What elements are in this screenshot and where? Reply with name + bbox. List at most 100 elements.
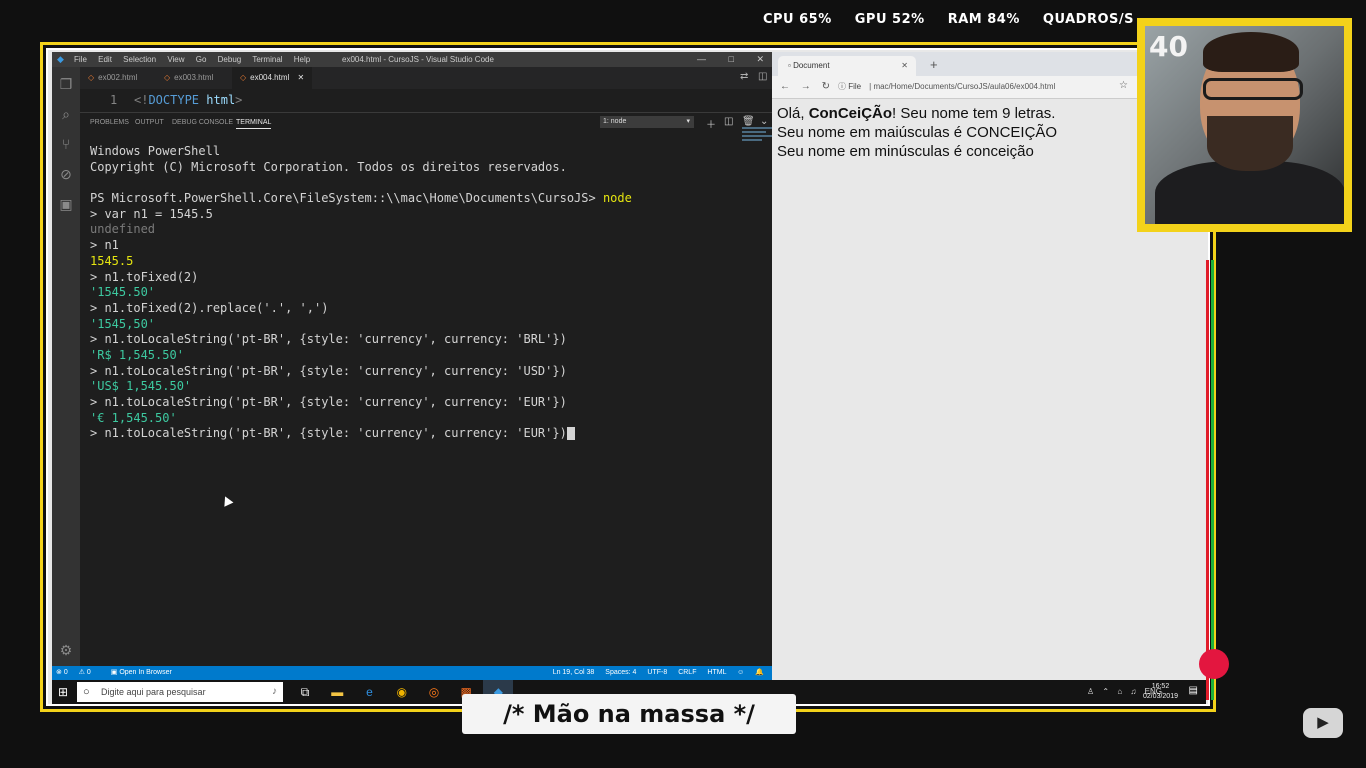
explorer-icon[interactable]: ❐: [57, 75, 75, 93]
terminal-select-value: 1: node: [603, 118, 627, 125]
new-tab-icon[interactable]: +: [930, 57, 938, 72]
menu-help[interactable]: Help: [294, 55, 310, 64]
vscode-titlebar: ◆ File Edit Selection View Go Debug Term…: [52, 52, 772, 67]
search-icon[interactable]: ⌕: [57, 105, 75, 123]
terminal-line: PS Microsoft.PowerShell.Core\FileSystem:…: [90, 191, 770, 207]
menu-debug[interactable]: Debug: [218, 55, 242, 64]
open-changes-icon[interactable]: ⇄: [740, 71, 748, 82]
notifications-bell-icon[interactable]: 🔔: [755, 669, 764, 676]
task-view-icon[interactable]: ⧉: [290, 680, 320, 704]
frame-red-stripe: [1206, 260, 1209, 700]
trash-icon[interactable]: 🗑: [742, 116, 755, 127]
code-html: html: [206, 93, 236, 107]
terminal-line: > n1.toLocaleString('pt-BR', {style: 'cu…: [90, 395, 770, 411]
taskbar-search[interactable]: ○ Digite aqui para pesquisar ♪: [77, 682, 283, 702]
indentation[interactable]: Spaces: 4: [605, 669, 636, 676]
reload-icon[interactable]: ↻: [822, 81, 830, 92]
record-dot-icon: [1199, 649, 1229, 679]
network-icon[interactable]: ⌂: [1117, 687, 1122, 696]
tab-close-icon[interactable]: ✕: [298, 73, 305, 82]
editor-line-1[interactable]: 1 <!DOCTYPE html>: [80, 89, 772, 141]
tray-chevron-icon[interactable]: ⌃: [1102, 687, 1109, 696]
minimize-icon[interactable]: —: [697, 54, 706, 64]
microphone-icon[interactable]: ♪: [272, 682, 277, 702]
html-file-icon: ◇: [88, 73, 95, 82]
terminal-line: undefined: [90, 222, 770, 238]
tab-label: ex004.html: [250, 73, 290, 82]
terminal-line-text: 'US$ 1,545.50': [90, 379, 192, 394]
menu-view[interactable]: View: [167, 55, 184, 64]
firefox-icon[interactable]: ◎: [419, 680, 449, 704]
terminal-line-text: Copyright (C) Microsoft Corporation. Tod…: [90, 159, 567, 174]
cursor-position[interactable]: Ln 19, Col 38: [553, 669, 595, 676]
performance-stats: CPU 65% GPU 52% RAM 84% QUADROS/S: [745, 12, 1134, 27]
menu-edit[interactable]: Edit: [98, 55, 112, 64]
new-terminal-icon[interactable]: ＋: [706, 116, 716, 131]
terminal-line-text: > n1.toFixed(2): [90, 269, 199, 284]
collapse-panel-icon[interactable]: ⌄: [760, 116, 768, 127]
youtube-play-icon: ▶: [1303, 708, 1343, 738]
html-file-icon: ◇: [164, 73, 171, 82]
terminal-line-text: > n1.toLocaleString('pt-BR', {style: 'cu…: [90, 395, 567, 409]
terminal-line: '€ 1,545.50': [90, 411, 770, 427]
forward-arrow-icon[interactable]: →: [801, 81, 811, 92]
line-ending[interactable]: CRLF: [678, 669, 696, 676]
open-in-browser-button[interactable]: ▣ Open In Browser: [111, 669, 181, 676]
terminal-command: node: [602, 191, 632, 206]
file-explorer-icon[interactable]: ▬: [322, 680, 352, 704]
address-bar[interactable]: ⓘ File | mac/Home/Documents/CursoJS/aula0…: [838, 79, 1128, 95]
browser-tab-title: Document: [793, 61, 830, 70]
open-in-browser-label: Open In Browser: [119, 669, 172, 676]
back-arrow-icon[interactable]: ←: [780, 81, 790, 92]
edge-icon[interactable]: e: [354, 680, 384, 704]
bookmark-star-icon[interactable]: ☆: [1119, 80, 1128, 91]
panel-tab-debug-console[interactable]: DEBUG CONSOLE: [172, 119, 233, 126]
webcam-feed: 40: [1145, 26, 1344, 224]
feedback-smiley-icon[interactable]: ☺: [737, 669, 744, 676]
action-center-icon[interactable]: ▤: [1189, 685, 1198, 696]
settings-gear-icon[interactable]: ⚙: [57, 641, 75, 659]
close-icon[interactable]: ✕: [756, 54, 764, 64]
menu-terminal[interactable]: Terminal: [252, 55, 282, 64]
split-editor-icon[interactable]: ◫: [758, 71, 767, 82]
code-line: <!DOCTYPE html>: [134, 89, 242, 111]
uppercase-line: Seu nome em maiúsculas é CONCEIÇÃO: [777, 124, 1058, 141]
chrome-icon[interactable]: ◉: [387, 680, 417, 704]
menu-file[interactable]: File: [74, 55, 87, 64]
split-terminal-icon[interactable]: ◫: [724, 116, 733, 127]
terminal-select[interactable]: 1: node ▾: [600, 116, 694, 128]
panel-tab-terminal[interactable]: TERMINAL: [236, 119, 272, 129]
terminal-line-text: > n1.toLocaleString('pt-BR', {style: 'cu…: [90, 363, 567, 378]
greeting-prefix: Olá,: [777, 105, 809, 122]
debug-icon[interactable]: ⊘: [57, 165, 75, 183]
terminal-line-text: '€ 1,545.50': [90, 410, 177, 425]
browser-tab[interactable]: ▫ Document ✕: [778, 56, 916, 76]
errors-indicator[interactable]: ⊗ 0 ⚠ 0: [56, 669, 100, 676]
windows-start-icon[interactable]: ⊞: [58, 685, 68, 699]
terminal-line: 'US$ 1,545.50': [90, 379, 770, 395]
clock-date: 02/03/2019: [1142, 693, 1178, 700]
encoding[interactable]: UTF-8: [647, 669, 667, 676]
status-bar: ⊗ 0 ⚠ 0 ▣ Open In Browser Ln 19, Col 38 …: [52, 666, 772, 680]
terminal-line: > n1: [90, 238, 770, 254]
panel-tab-output[interactable]: OUTPUT: [135, 119, 164, 126]
extensions-icon[interactable]: ▣: [57, 195, 75, 213]
panel-tab-problems[interactable]: PROBLEMS: [90, 119, 129, 126]
tab-label: ex003.html: [174, 73, 214, 82]
clock[interactable]: 16:52 02/03/2019: [1143, 682, 1178, 702]
terminal-output[interactable]: Windows PowerShell Copyright (C) Microsof…: [90, 144, 770, 654]
tab-ex004[interactable]: ◇ ex004.html ✕: [232, 67, 313, 89]
greeting-line: Olá, ConCeiÇÃo! Seu nome tem 9 letras.: [777, 105, 1055, 123]
tab-close-icon[interactable]: ✕: [901, 56, 908, 76]
menu-selection[interactable]: Selection: [123, 55, 156, 64]
menu-go[interactable]: Go: [196, 55, 207, 64]
volume-icon[interactable]: ♫: [1130, 687, 1136, 696]
vscode-window: ◆ File Edit Selection View Go Debug Term…: [52, 52, 772, 680]
language-mode[interactable]: HTML: [707, 669, 726, 676]
people-icon[interactable]: ♙: [1087, 687, 1094, 696]
tab-ex003[interactable]: ◇ ex003.html: [156, 67, 221, 89]
source-control-icon[interactable]: ⑂: [57, 135, 75, 153]
tab-ex002[interactable]: ◇ ex002.html: [80, 67, 145, 89]
maximize-icon[interactable]: □: [729, 54, 734, 64]
terminal-line: '1545.50': [90, 285, 770, 301]
